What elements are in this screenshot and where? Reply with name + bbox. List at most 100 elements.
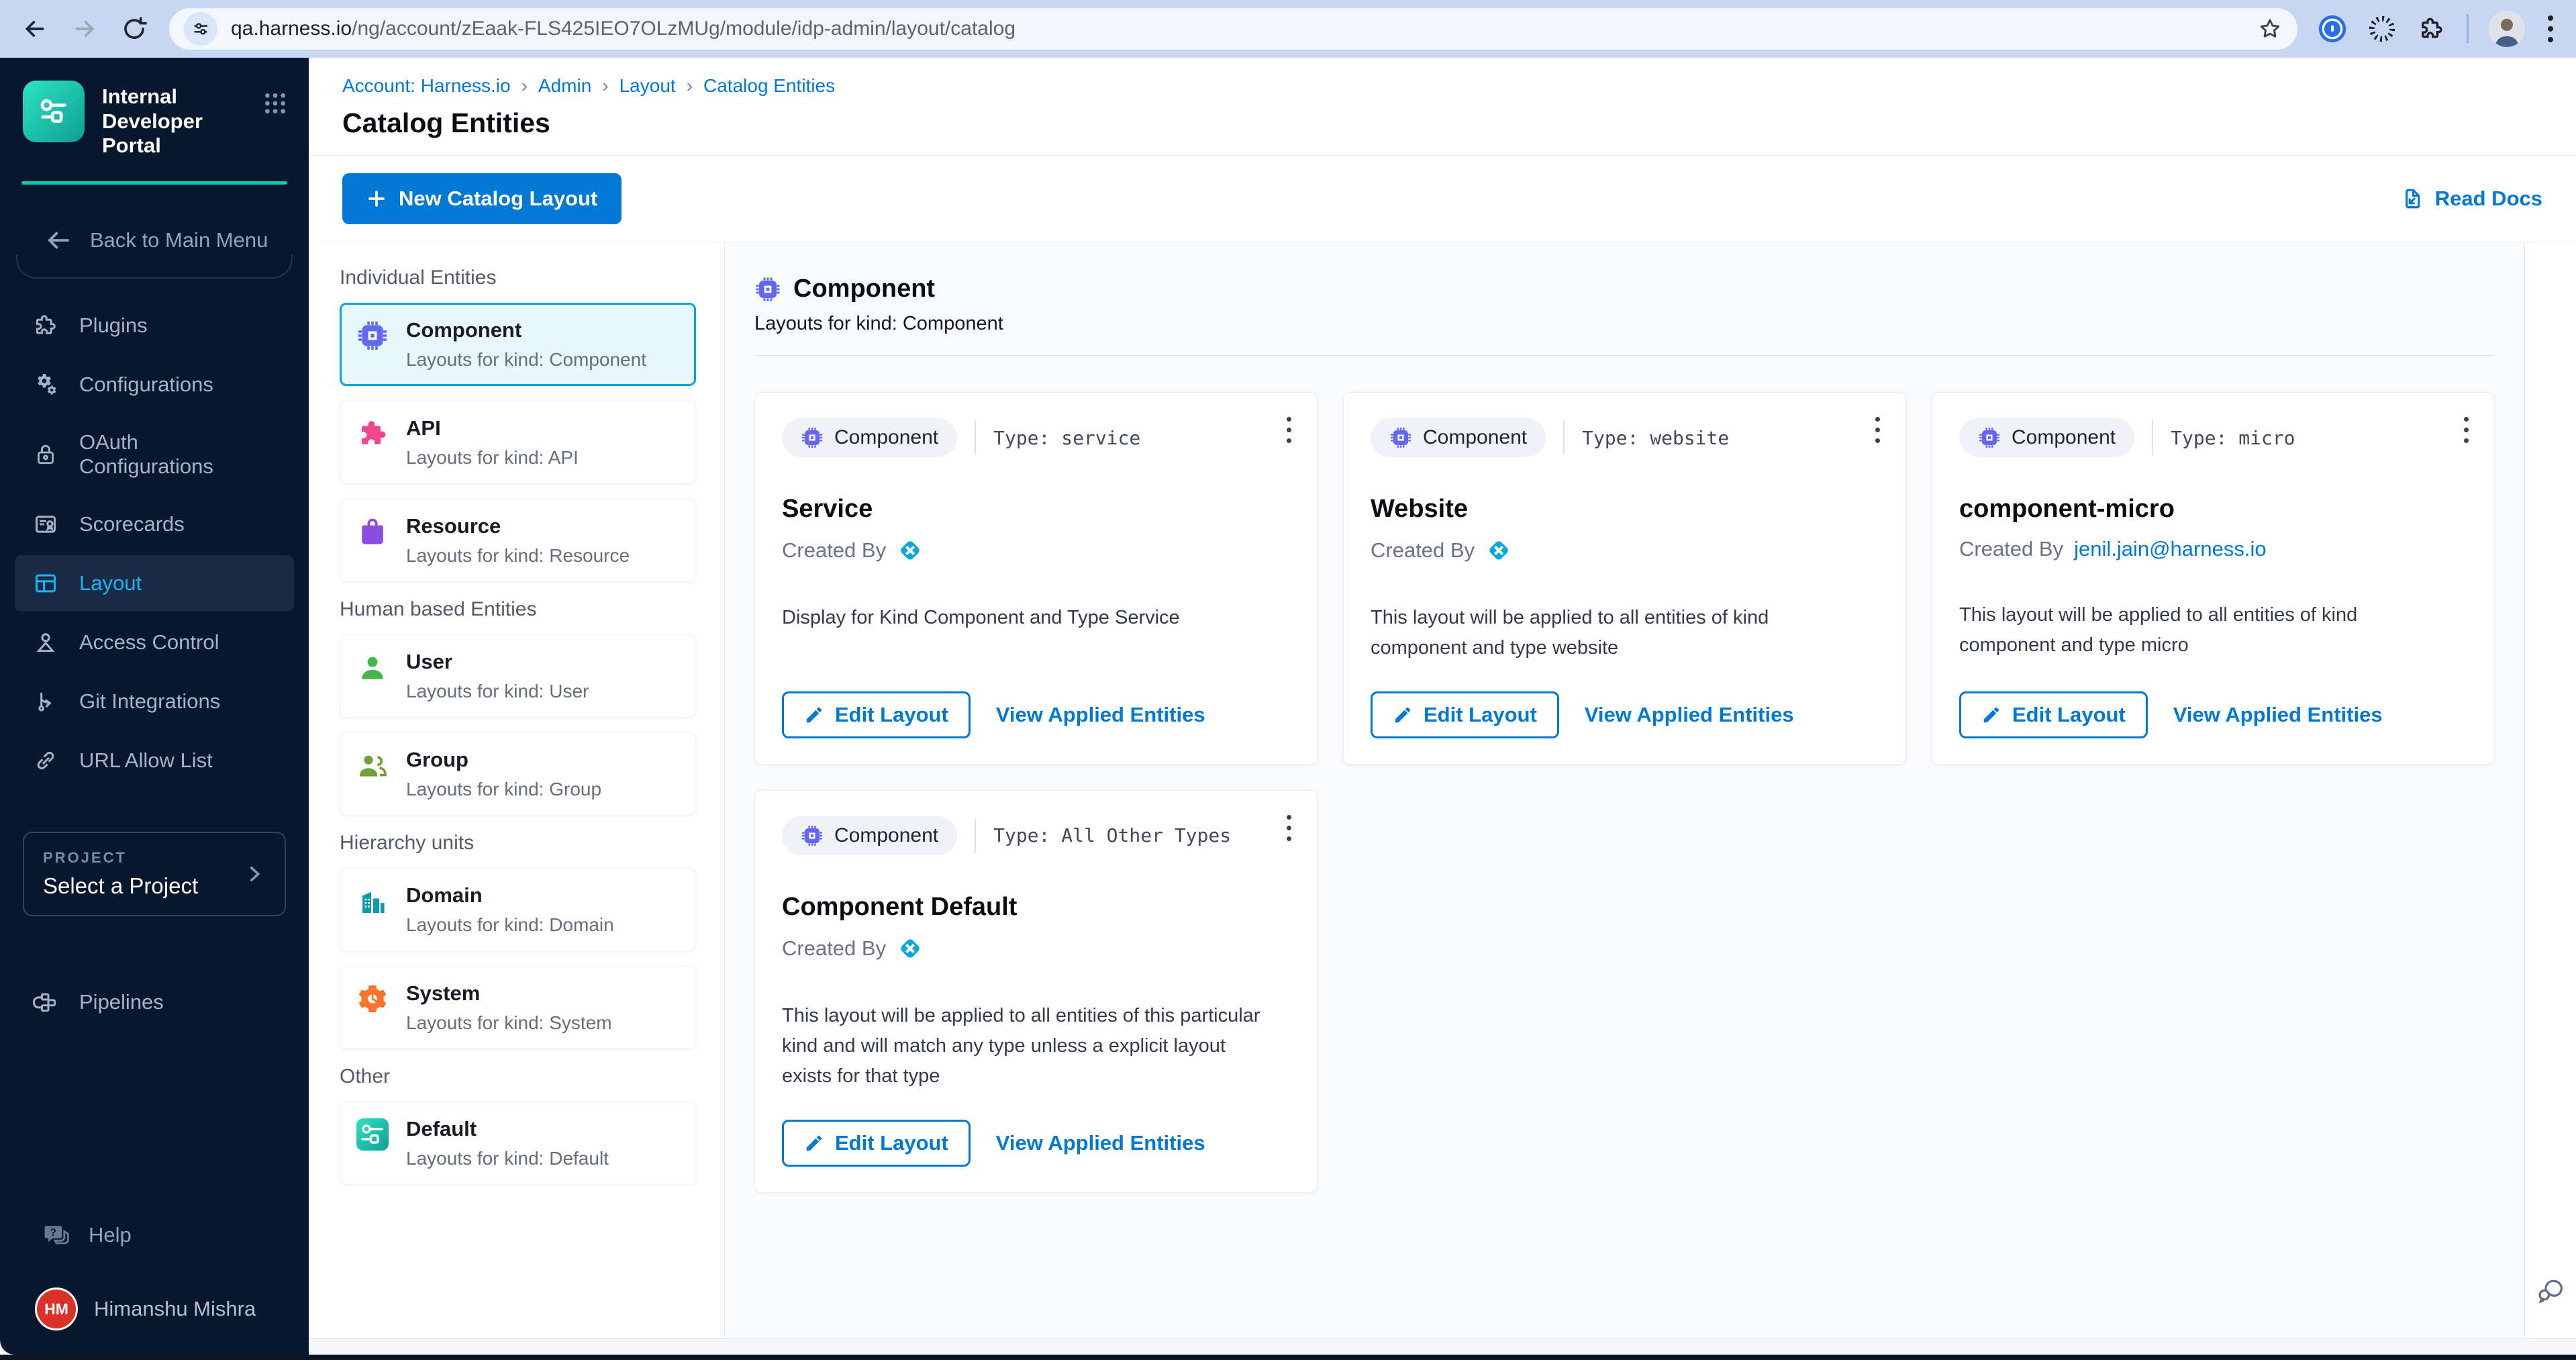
created-by-label: Created By xyxy=(782,936,886,961)
user-name: Himanshu Mishra xyxy=(94,1297,256,1321)
onepassword-extension-icon[interactable] xyxy=(2318,14,2347,44)
kind-badge: Component xyxy=(1959,418,2134,457)
section-title-individual: Individual Entities xyxy=(340,266,696,289)
sidebar-item-label: Pipelines xyxy=(79,990,164,1014)
layouts-area: Component Layouts for kind: Component Co… xyxy=(725,242,2525,1338)
entity-kind-domain[interactable]: Domain Layouts for kind: Domain xyxy=(340,868,696,951)
sidebar-item-git-integrations[interactable]: Git Integrations xyxy=(15,673,294,730)
card-menu-icon[interactable] xyxy=(1283,811,1295,845)
entity-kind-resource[interactable]: Resource Layouts for kind: Resource xyxy=(340,499,696,582)
sidebar: Internal Developer Portal Back to Main M… xyxy=(0,58,309,1355)
sidebar-item-label: Plugins xyxy=(79,313,148,338)
new-catalog-layout-button[interactable]: New Catalog Layout xyxy=(342,173,622,224)
browser-menu-icon[interactable] xyxy=(2545,13,2556,45)
edit-layout-button[interactable]: Edit Layout xyxy=(782,1120,971,1167)
breadcrumb-separator: › xyxy=(522,75,528,97)
created-by-label: Created By xyxy=(1371,538,1475,563)
sidebar-item-scorecards[interactable]: Scorecards xyxy=(15,496,294,552)
breadcrumb: Account: Harness.io › Admin › Layout › C… xyxy=(342,75,2542,97)
entity-kind-name: Domain xyxy=(406,883,614,908)
entity-kind-api[interactable]: API Layouts for kind: API xyxy=(340,401,696,484)
view-applied-entities-link[interactable]: View Applied Entities xyxy=(996,703,1205,727)
toolbar: New Catalog Layout Read Docs xyxy=(309,156,2576,242)
sidebar-item-plugins[interactable]: Plugins xyxy=(15,297,294,354)
bag-icon xyxy=(356,516,389,548)
card-menu-icon[interactable] xyxy=(2460,413,2473,447)
help-button[interactable]: ? Help xyxy=(0,1220,309,1250)
user-avatar: HM xyxy=(35,1288,78,1330)
entity-kind-sub: Layouts for kind: System xyxy=(406,1012,612,1034)
sidebar-item-url-allow-list[interactable]: URL Allow List xyxy=(15,732,294,789)
main-region: Account: Harness.io › Admin › Layout › C… xyxy=(309,58,2576,1355)
help-chat-icon: ? xyxy=(42,1220,71,1250)
entity-kind-group[interactable]: Group Layouts for kind: Group xyxy=(340,732,696,816)
view-applied-entities-link[interactable]: View Applied Entities xyxy=(2173,703,2383,727)
card-menu-icon[interactable] xyxy=(1283,413,1295,447)
plugins-icon xyxy=(32,312,59,339)
view-applied-entities-link[interactable]: View Applied Entities xyxy=(996,1131,1205,1155)
extensions-puzzle-icon[interactable] xyxy=(2417,14,2446,44)
extension-spinner-icon[interactable] xyxy=(2367,14,2397,44)
sidebar-item-access-control[interactable]: Access Control xyxy=(15,614,294,671)
edit-layout-button[interactable]: Edit Layout xyxy=(1959,691,2148,738)
entity-kind-name: User xyxy=(406,650,589,674)
page-title: Catalog Entities xyxy=(342,107,2542,139)
card-menu-icon[interactable] xyxy=(1871,413,1884,447)
view-applied-entities-link[interactable]: View Applied Entities xyxy=(1585,703,1794,727)
edit-layout-button[interactable]: Edit Layout xyxy=(782,691,971,738)
entity-kind-sub: Layouts for kind: Default xyxy=(406,1148,609,1169)
sidebar-item-configurations[interactable]: Configurations xyxy=(15,356,294,413)
puzzle-icon xyxy=(356,418,389,450)
entity-kind-component[interactable]: Component Layouts for kind: Component xyxy=(340,303,696,386)
sidebar-item-pipelines[interactable]: Pipelines xyxy=(15,974,294,1030)
component-chip-icon xyxy=(801,426,824,449)
sidebar-item-label: Access Control xyxy=(79,630,219,654)
refresh-icon[interactable] xyxy=(119,14,149,44)
entity-kind-system[interactable]: System Layouts for kind: System xyxy=(340,966,696,1049)
bookmark-star-icon[interactable] xyxy=(2257,16,2283,42)
entity-kind-default[interactable]: Default Layouts for kind: Default xyxy=(340,1102,696,1185)
breadcrumb-account[interactable]: Account: Harness.io xyxy=(342,75,511,97)
back-icon[interactable] xyxy=(20,14,50,44)
right-margin xyxy=(2525,242,2576,1338)
user-menu[interactable]: HM Himanshu Mishra xyxy=(0,1288,309,1330)
breadcrumb-separator: › xyxy=(687,75,693,97)
sidebar-item-label: URL Allow List xyxy=(79,748,213,773)
section-title-hierarchy: Hierarchy units xyxy=(340,832,696,855)
address-bar[interactable]: qa.harness.io/ng/account/zEaak-FLS425IEO… xyxy=(169,8,2297,50)
sidebar-item-oauth-configurations[interactable]: OAuth Configurations xyxy=(15,416,294,493)
product-title: Internal Developer Portal xyxy=(102,85,258,158)
person-icon xyxy=(356,651,389,683)
entity-kind-user[interactable]: User Layouts for kind: User xyxy=(340,634,696,718)
breadcrumb-admin[interactable]: Admin xyxy=(538,75,591,97)
sidebar-item-label: OAuth Configurations xyxy=(79,430,277,479)
chevron-right-icon xyxy=(243,863,266,885)
kind-badge: Component xyxy=(1371,418,1546,457)
section-title-human: Human based Entities xyxy=(340,598,696,621)
entity-kind-name: Component xyxy=(406,318,646,342)
layout-icon xyxy=(32,570,59,597)
chat-support-icon[interactable] xyxy=(2533,1272,2568,1307)
configurations-icon xyxy=(32,371,59,398)
entity-kind-sub: Layouts for kind: User xyxy=(406,681,589,702)
creator-email-link[interactable]: jenil.jain@harness.io xyxy=(2074,537,2267,561)
layout-card-website: Component Type: website Website Created … xyxy=(1343,392,1906,765)
page-header: Account: Harness.io › Admin › Layout › C… xyxy=(309,58,2576,156)
layout-description: This layout will be applied to all entit… xyxy=(782,1001,1290,1091)
edit-layout-button[interactable]: Edit Layout xyxy=(1371,691,1559,738)
breadcrumb-layout[interactable]: Layout xyxy=(620,75,676,97)
module-grid-icon[interactable] xyxy=(262,90,289,117)
entity-kind-sub: Layouts for kind: API xyxy=(406,447,579,469)
git-branch-icon xyxy=(32,688,59,715)
sidebar-item-label: Git Integrations xyxy=(79,689,220,714)
forward-icon[interactable] xyxy=(70,14,99,44)
site-settings-icon[interactable] xyxy=(184,12,217,46)
breadcrumb-catalog-entities[interactable]: Catalog Entities xyxy=(703,75,835,97)
bottom-edge-bar xyxy=(0,1355,2576,1360)
read-docs-link[interactable]: Read Docs xyxy=(2400,187,2542,211)
browser-profile-avatar[interactable] xyxy=(2489,11,2525,47)
sidebar-item-layout[interactable]: Layout xyxy=(15,555,294,612)
back-to-main-menu[interactable]: Back to Main Menu xyxy=(0,185,309,254)
harness-logo-icon xyxy=(1485,537,1512,564)
project-selector[interactable]: PROJECT Select a Project xyxy=(23,832,286,916)
